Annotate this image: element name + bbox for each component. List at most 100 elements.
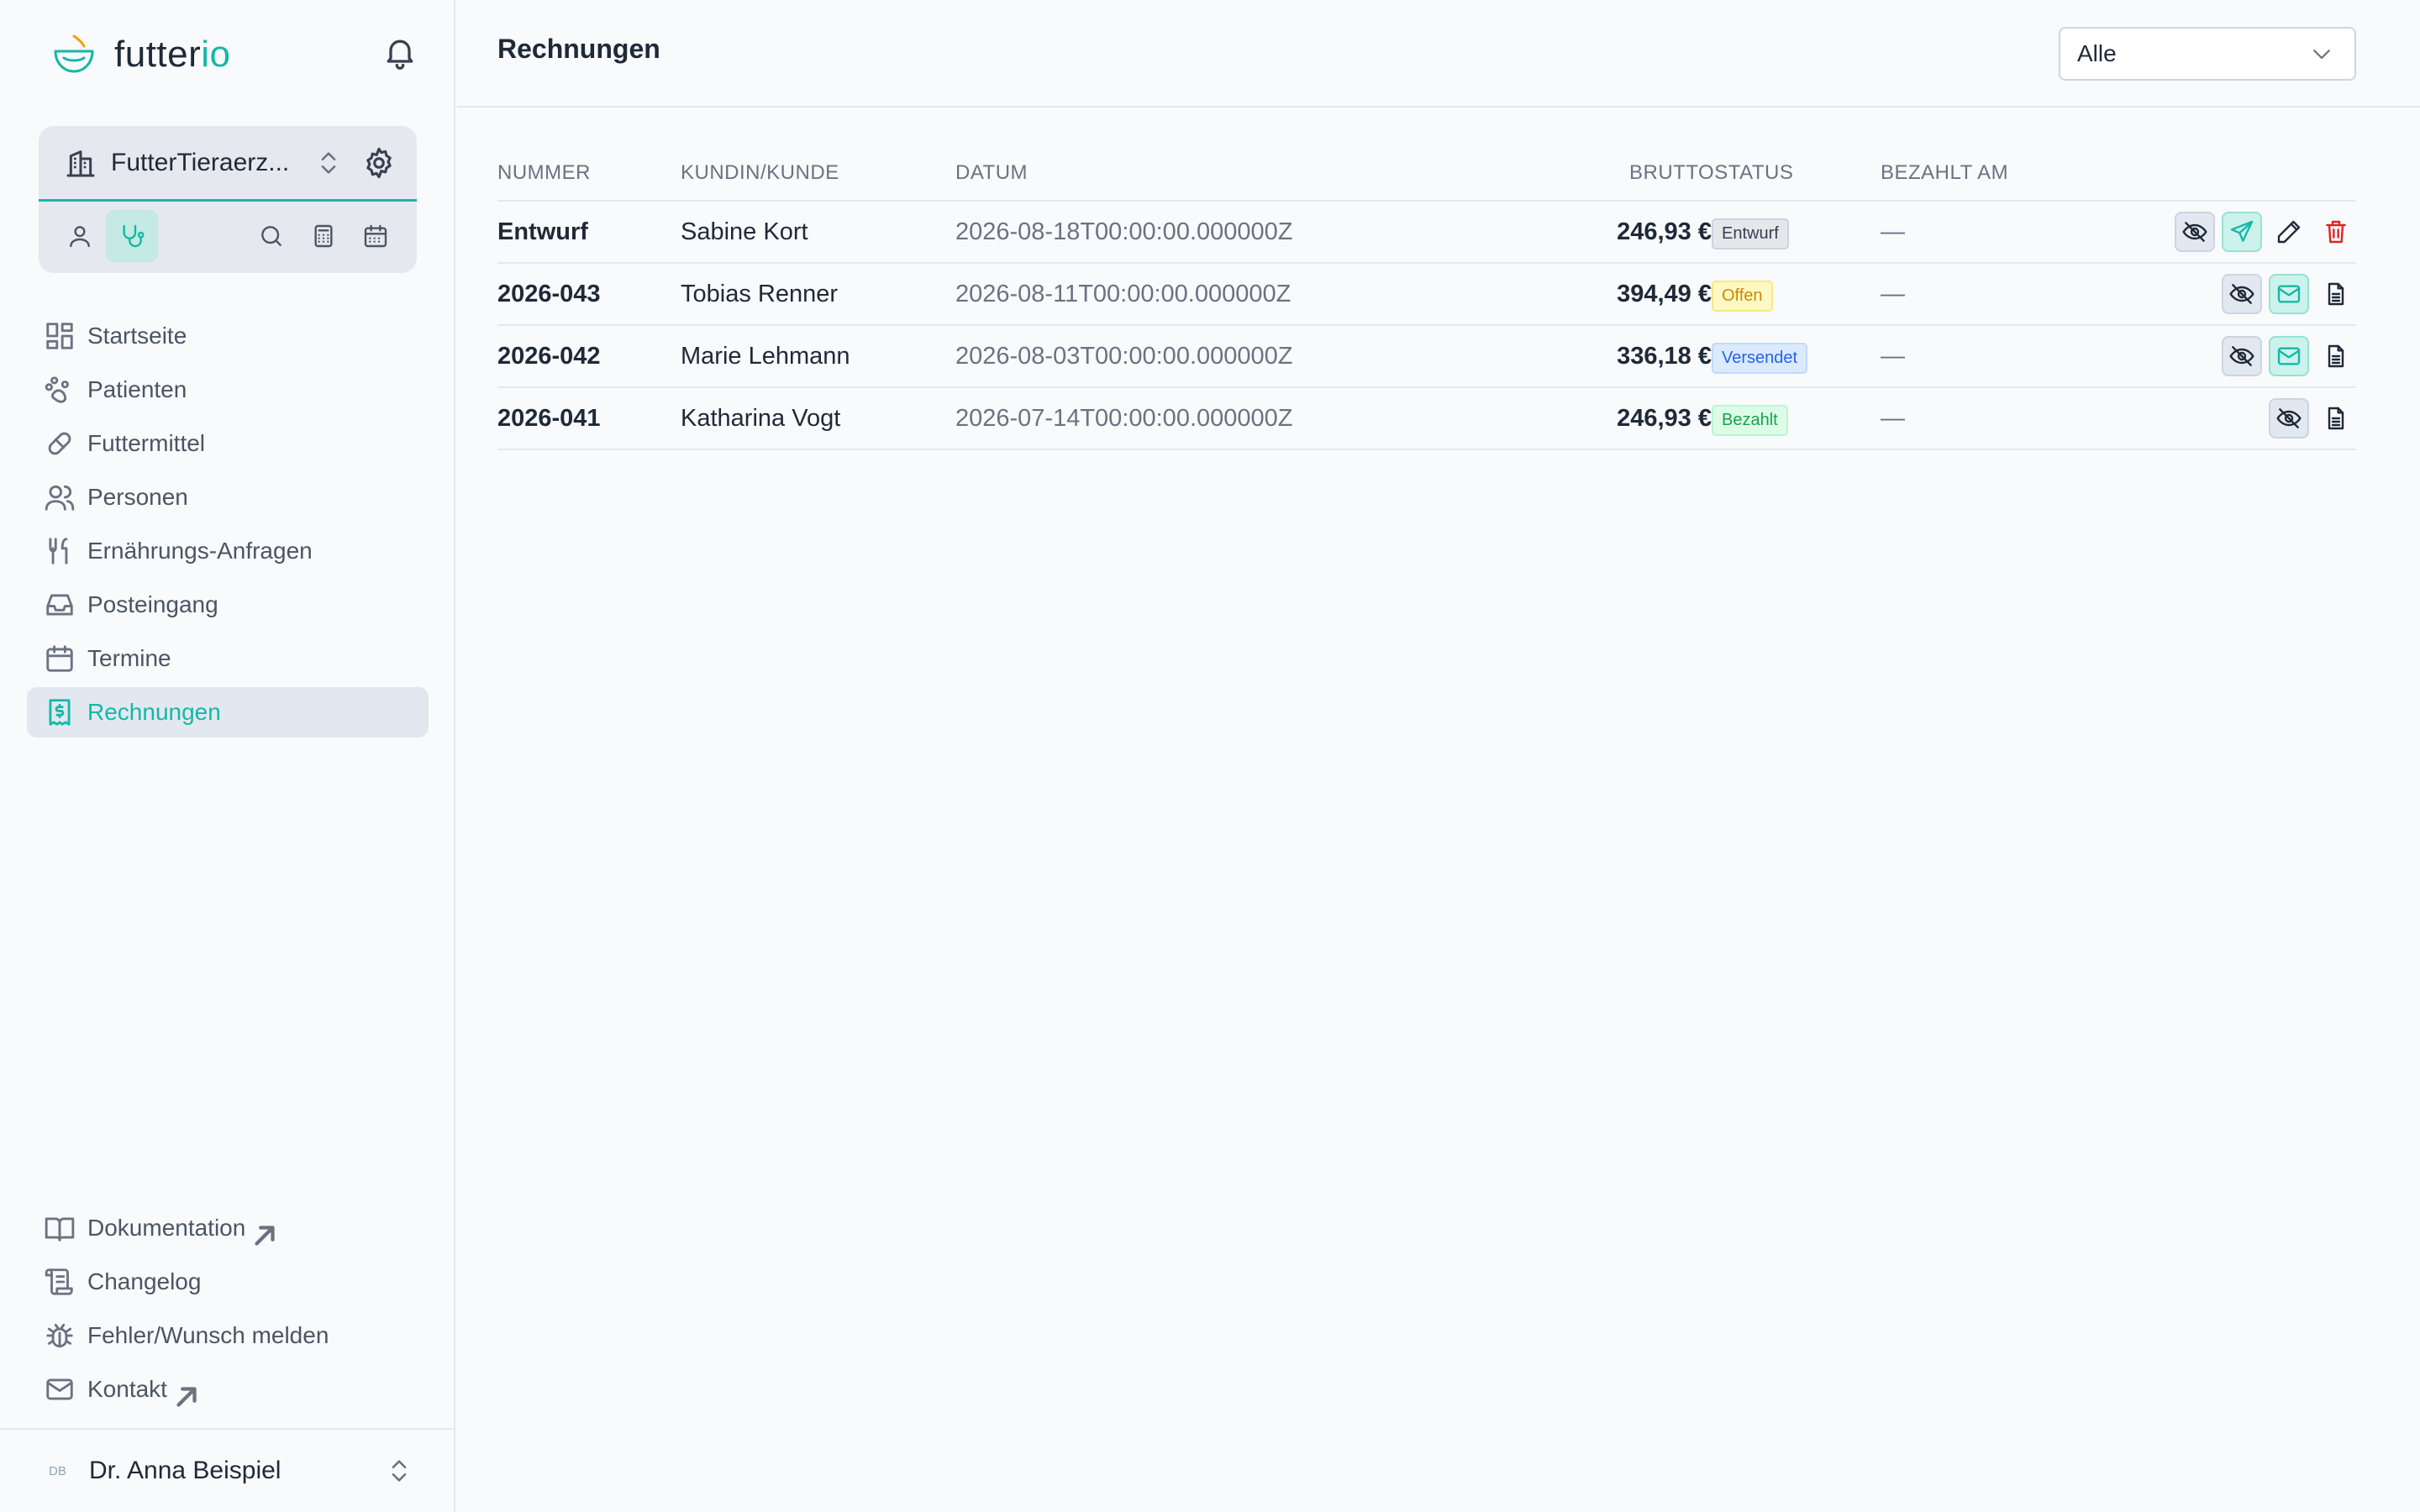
customer-name: Marie Lehmann bbox=[681, 343, 850, 370]
table-row[interactable]: Entwurf Sabine Kort 2026-08-18T00:00:00.… bbox=[497, 202, 2356, 264]
nav-item-label: Termine bbox=[87, 645, 171, 671]
eye-off-icon[interactable] bbox=[2269, 398, 2309, 438]
organization-name: FutterTieraerz... bbox=[111, 148, 290, 176]
nav-item-label: Ernährungs-Anfragen bbox=[87, 538, 313, 564]
mail-icon[interactable] bbox=[2269, 336, 2309, 376]
nav-item-kontakt[interactable]: Kontakt bbox=[27, 1364, 429, 1415]
nav-item-label: Futtermittel bbox=[87, 430, 206, 456]
fork-knife-icon bbox=[49, 538, 68, 564]
column-header-bruttostatus[interactable]: BRUTTOSTATUS bbox=[1629, 161, 1793, 185]
column-header-bezahlt-am[interactable]: BEZAHLT AM bbox=[1881, 161, 2008, 185]
nav-item-rechnungen[interactable]: Rechnungen bbox=[27, 687, 429, 738]
nav-item-label: Personen bbox=[87, 484, 188, 510]
dashboard-icon bbox=[46, 323, 73, 349]
status-badge: Versendet bbox=[1712, 343, 1808, 374]
document-icon[interactable] bbox=[2316, 274, 2356, 314]
customer-name: Katharina Vogt bbox=[681, 405, 841, 432]
send-icon[interactable] bbox=[2222, 212, 2262, 252]
pill-icon bbox=[48, 432, 71, 455]
calendar-icon[interactable] bbox=[350, 210, 402, 262]
bug-icon bbox=[46, 1323, 73, 1348]
nav-item-ernaehrungs-anfragen[interactable]: Ernährungs-Anfragen bbox=[27, 526, 429, 576]
main-navigation: Startseite Patienten Futtermittel Person… bbox=[27, 311, 429, 741]
invoice-date: 2026-07-14T00:00:00.000000Z bbox=[955, 405, 1293, 432]
brand[interactable]: futterio bbox=[49, 25, 231, 84]
nav-item-dokumentation[interactable]: Dokumentation bbox=[27, 1203, 429, 1253]
status-filter-select[interactable]: Alle bbox=[2059, 27, 2356, 81]
paw-icon bbox=[45, 376, 69, 403]
paid-date: — bbox=[1881, 281, 1905, 307]
calculator-icon[interactable] bbox=[297, 210, 350, 262]
user-menu[interactable]: DB Dr. Anna Beispiel bbox=[0, 1428, 454, 1512]
invoice-table: NUMMER KUNDIN/KUNDE DATUM BRUTTOSTATUS B… bbox=[497, 148, 2356, 450]
stethoscope-icon[interactable] bbox=[106, 210, 158, 262]
nav-item-label: Rechnungen bbox=[87, 699, 221, 725]
nav-item-termine[interactable]: Termine bbox=[27, 633, 429, 684]
user-name: Dr. Anna Beispiel bbox=[89, 1457, 281, 1484]
trash-icon[interactable] bbox=[2316, 212, 2356, 252]
status-badge: Entwurf bbox=[1712, 218, 1789, 249]
gear-icon[interactable] bbox=[361, 145, 397, 181]
invoice-number[interactable]: 2026-043 bbox=[497, 281, 601, 308]
column-header-datum[interactable]: DATUM bbox=[955, 161, 1028, 185]
nav-item-label: Dokumentation bbox=[87, 1215, 246, 1241]
invoice-number[interactable]: 2026-042 bbox=[497, 343, 601, 370]
page-title: Rechnungen bbox=[497, 34, 660, 64]
nav-item-label: Fehler/Wunsch melden bbox=[87, 1322, 329, 1348]
column-header-nummer[interactable]: NUMMER bbox=[497, 161, 591, 185]
nav-item-personen[interactable]: Personen bbox=[27, 472, 429, 522]
table-header: NUMMER KUNDIN/KUNDE DATUM BRUTTOSTATUS B… bbox=[497, 148, 2356, 202]
nav-item-posteingang[interactable]: Posteingang bbox=[27, 580, 429, 630]
receipt-icon bbox=[49, 699, 71, 726]
bowl-logo-icon bbox=[49, 29, 99, 80]
organization-selector[interactable]: FutterTieraerz... bbox=[39, 126, 417, 202]
table-row[interactable]: 2026-041 Katharina Vogt 2026-07-14T00:00… bbox=[497, 388, 2356, 450]
nav-item-fehler-melden[interactable]: Fehler/Wunsch melden bbox=[27, 1310, 429, 1361]
nav-item-startseite[interactable]: Startseite bbox=[27, 311, 429, 361]
gross-amount: 246,93 € bbox=[1617, 405, 1712, 432]
document-icon[interactable] bbox=[2316, 336, 2356, 376]
book-open-icon bbox=[45, 1217, 75, 1242]
nav-item-changelog[interactable]: Changelog bbox=[27, 1257, 429, 1307]
nav-item-label: Patienten bbox=[87, 376, 187, 402]
external-link-icon bbox=[171, 1381, 197, 1407]
mail-icon[interactable] bbox=[2269, 274, 2309, 314]
calendar-icon bbox=[46, 645, 73, 672]
user-icon[interactable] bbox=[54, 210, 106, 262]
secondary-navigation: Dokumentation Changelog Fehler/Wunsch me… bbox=[27, 1203, 429, 1418]
nav-item-futtermittel[interactable]: Futtermittel bbox=[27, 418, 429, 469]
bell-icon[interactable] bbox=[381, 34, 418, 71]
invoice-date: 2026-08-11T00:00:00.000000Z bbox=[955, 281, 1292, 307]
search-icon[interactable] bbox=[245, 210, 297, 262]
pencil-icon[interactable] bbox=[2269, 212, 2309, 252]
sidebar: futterio FutterTieraerz... Startseite Pa… bbox=[0, 0, 455, 1512]
organization-switcher: FutterTieraerz... bbox=[39, 126, 417, 273]
eye-off-icon[interactable] bbox=[2175, 212, 2215, 252]
brand-name: futterio bbox=[114, 34, 231, 75]
mail-icon bbox=[46, 1378, 73, 1400]
quick-actions bbox=[39, 202, 417, 270]
invoice-number[interactable]: Entwurf bbox=[497, 218, 588, 246]
eye-off-icon[interactable] bbox=[2222, 274, 2262, 314]
status-badge: Bezahlt bbox=[1712, 405, 1788, 436]
customer-name: Tobias Renner bbox=[681, 281, 838, 307]
paid-date: — bbox=[1881, 405, 1905, 432]
document-icon[interactable] bbox=[2316, 398, 2356, 438]
table-row[interactable]: 2026-043 Tobias Renner 2026-08-11T00:00:… bbox=[497, 264, 2356, 326]
avatar: DB bbox=[49, 1463, 66, 1478]
main-content: Rechnungen Alle NUMMER KUNDIN/KUNDE DATU… bbox=[457, 0, 2420, 1512]
building-icon bbox=[64, 146, 97, 180]
nav-item-label: Startseite bbox=[87, 323, 187, 349]
column-header-kunde[interactable]: KUNDIN/KUNDE bbox=[681, 161, 839, 185]
users-icon bbox=[45, 485, 75, 511]
gross-amount: 394,49 € bbox=[1617, 281, 1712, 307]
eye-off-icon[interactable] bbox=[2222, 336, 2262, 376]
chevron-down-icon bbox=[2313, 50, 2330, 60]
nav-item-patienten[interactable]: Patienten bbox=[27, 365, 429, 415]
table-row[interactable]: 2026-042 Marie Lehmann 2026-08-03T00:00:… bbox=[497, 326, 2356, 388]
invoice-date: 2026-08-18T00:00:00.000000Z bbox=[955, 218, 1293, 245]
nav-item-label: Posteingang bbox=[87, 591, 218, 617]
row-actions bbox=[2269, 398, 2356, 438]
invoice-number[interactable]: 2026-041 bbox=[497, 405, 601, 433]
scroll-icon bbox=[45, 1268, 73, 1295]
